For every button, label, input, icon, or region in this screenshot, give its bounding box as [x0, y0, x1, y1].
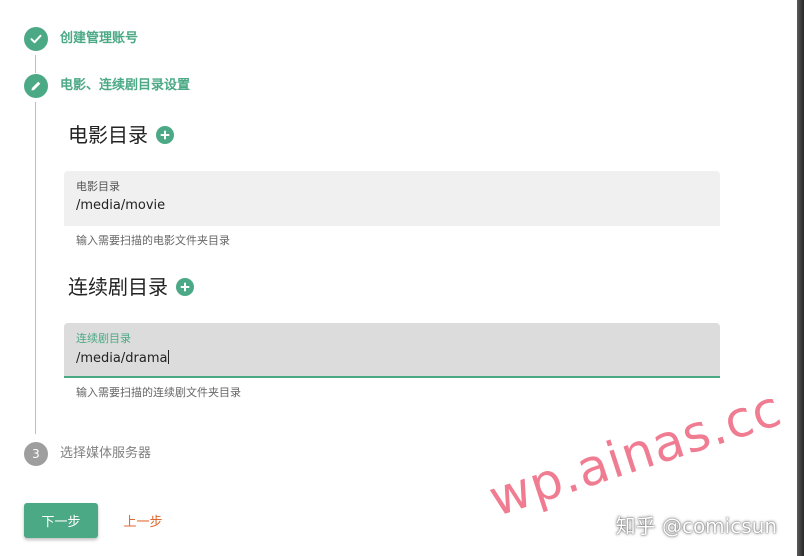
tv-dir-field[interactable]: 连续剧目录 /media/drama [64, 323, 720, 378]
add-tv-dir-button[interactable] [176, 278, 194, 296]
setup-dialog: 创建管理账号 电影、连续剧目录设置 电影目录 电影目录 /media/movie… [0, 0, 798, 556]
step-3-label: 选择媒体服务器 [60, 446, 152, 461]
step-1-label: 创建管理账号 [60, 31, 139, 46]
movie-dir-hint: 输入需要扫描的电影文件夹目录 [76, 234, 230, 247]
movie-dir-field-label: 电影目录 [76, 180, 120, 193]
tv-dir-input[interactable]: /media/drama [76, 350, 170, 367]
step-3-number: 3 [24, 442, 48, 466]
tv-dir-field-label: 连续剧目录 [76, 332, 131, 345]
next-button[interactable]: 下一步 [24, 503, 98, 538]
tv-section-title-text: 连续剧目录 [68, 275, 168, 299]
plus-icon [160, 130, 170, 140]
text-caret [168, 350, 170, 364]
movie-section-title-text: 电影目录 [68, 123, 148, 147]
tv-dir-input-value: /media/drama [76, 351, 168, 366]
credit-text: 知乎 @comicsun [615, 514, 777, 538]
background-edge [797, 0, 804, 556]
watermark-text: wp.ainas.cc [482, 379, 789, 528]
movie-section-title: 电影目录 [68, 123, 174, 147]
plus-icon [180, 282, 190, 292]
step-connector [35, 55, 36, 73]
tv-section-title: 连续剧目录 [68, 275, 194, 299]
step-content-line [35, 102, 36, 434]
step-2-label: 电影、连续剧目录设置 [60, 78, 191, 93]
tv-dir-hint: 输入需要扫描的连续剧文件夹目录 [76, 386, 241, 399]
movie-dir-input[interactable]: /media/movie [76, 198, 165, 214]
step-2-pencil-icon [24, 74, 48, 98]
prev-button[interactable]: 上一步 [110, 503, 176, 538]
movie-dir-field[interactable]: 电影目录 /media/movie [64, 171, 720, 226]
add-movie-dir-button[interactable] [156, 126, 174, 144]
step-1-check-icon [24, 27, 48, 51]
